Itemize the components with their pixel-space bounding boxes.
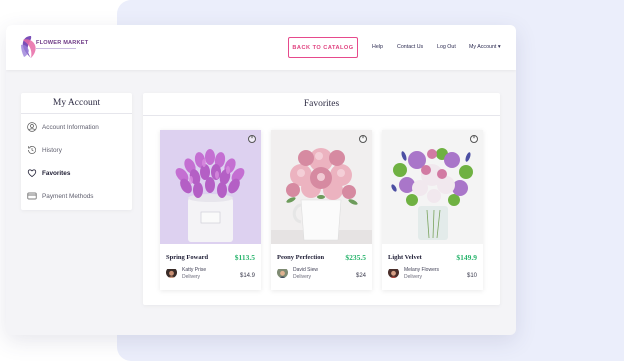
history-icon <box>28 146 36 154</box>
sidebar-title: My Account <box>21 93 132 114</box>
delivery-price: $14.9 <box>239 273 255 279</box>
user-icon <box>27 122 37 132</box>
product-price: $235.5 <box>345 253 366 262</box>
close-icon: × <box>361 135 365 142</box>
remove-favorite-button[interactable]: × <box>248 135 256 143</box>
nav-logout-link[interactable]: Log Out <box>437 44 456 50</box>
close-icon: × <box>250 135 254 142</box>
product-image <box>382 130 483 244</box>
product-image <box>271 130 372 244</box>
product-image <box>160 130 261 244</box>
top-navigation-bar: FLOWER MARKET BACK TO CATALOG Help Conta… <box>6 25 516 70</box>
delivery-price: $24 <box>355 273 366 279</box>
delivery-label: Delivery <box>404 274 423 280</box>
close-icon: × <box>472 135 476 142</box>
product-name: Light Velvet <box>388 254 422 261</box>
product-card[interactable]: × Peony Perfection $235.5 David Siew Del… <box>271 130 372 290</box>
nav-contact-link[interactable]: Contact Us <box>397 44 423 50</box>
remove-favorite-button[interactable]: × <box>359 135 367 143</box>
brand-underline <box>36 48 76 49</box>
product-card[interactable]: × Spring Foward $113.5 Katty Prise Deliv… <box>160 130 261 290</box>
sidebar-item-label: History <box>42 146 62 154</box>
sidebar-item-account-information[interactable]: Account Information <box>27 122 99 132</box>
avatar <box>166 267 177 278</box>
favorites-title: Favorites <box>143 93 500 116</box>
favorites-panel: Favorites × Spring Foward $113.5 Katty P… <box>143 93 500 305</box>
product-price: $149.9 <box>456 253 477 262</box>
account-sidebar: My Account Account Information History F… <box>21 93 132 210</box>
nav-help-link[interactable]: Help <box>372 44 383 50</box>
seller-name: Katty Prise <box>182 267 207 273</box>
avatar <box>388 267 399 278</box>
avatar <box>277 267 288 278</box>
product-card[interactable]: × Light Velvet $149.9 Melany Flowers Del… <box>382 130 483 290</box>
sidebar-item-favorites[interactable]: Favorites <box>27 168 70 178</box>
my-account-dropdown[interactable]: My Account ▾ <box>469 44 501 50</box>
sidebar-item-history[interactable]: History <box>27 145 62 155</box>
brand-name: FLOWER MARKET <box>36 40 89 46</box>
delivery-label: Delivery <box>293 274 312 280</box>
flower-logo-icon <box>21 36 36 58</box>
delivery-price: $10 <box>466 273 477 279</box>
app-window: FLOWER MARKET BACK TO CATALOG Help Conta… <box>6 25 516 335</box>
seller-name: Melany Flowers <box>404 267 440 273</box>
product-name: Spring Foward <box>166 254 209 261</box>
credit-card-icon <box>27 192 37 200</box>
seller-name: David Siew <box>293 267 319 273</box>
remove-favorite-button[interactable]: × <box>470 135 478 143</box>
back-to-catalog-button[interactable]: BACK TO CATALOG <box>288 37 358 58</box>
product-name: Peony Perfection <box>277 254 325 261</box>
sidebar-item-label: Favorites <box>42 169 71 177</box>
sidebar-item-label: Account Information <box>42 123 99 131</box>
product-price: $113.5 <box>234 253 255 262</box>
heart-icon <box>27 169 37 178</box>
sidebar-item-payment-methods[interactable]: Payment Methods <box>27 191 94 201</box>
delivery-label: Delivery <box>182 274 201 280</box>
sidebar-item-label: Payment Methods <box>42 192 94 200</box>
